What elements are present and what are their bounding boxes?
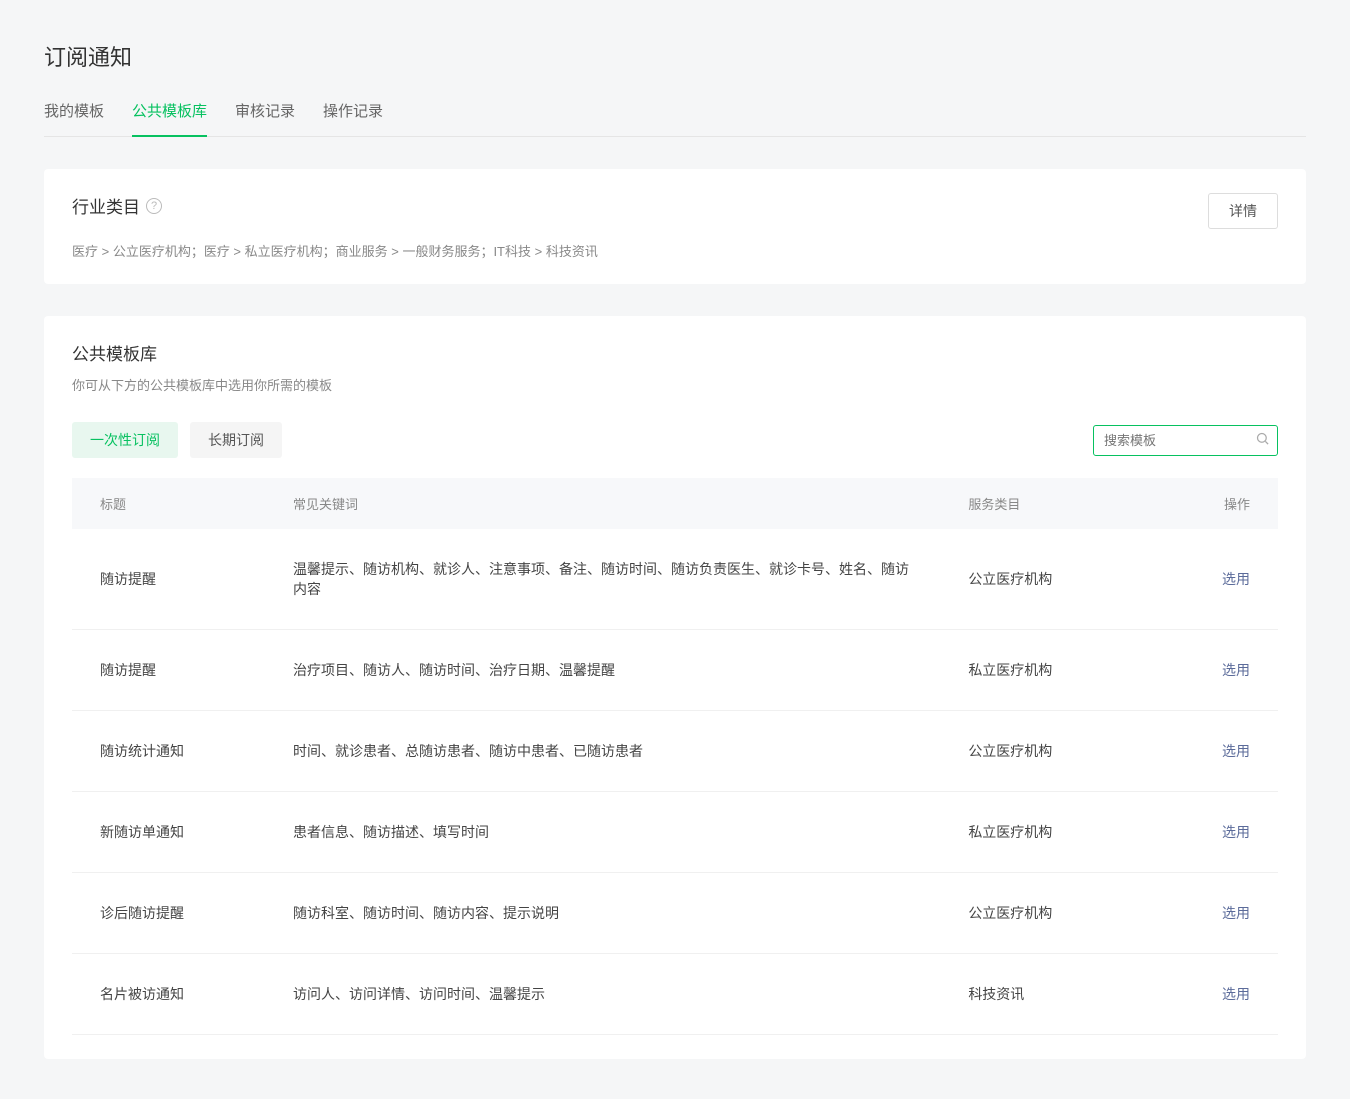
industry-section-title: 行业类目 ?	[72, 193, 162, 218]
table-row: 诊后随访提醒随访科室、随访时间、随访内容、提示说明公立医疗机构 选用	[72, 873, 1278, 954]
row-keywords: 时间、就诊患者、总随访患者、随访中患者、已随访患者	[265, 711, 940, 792]
table-row: 随访提醒治疗项目、随访人、随访时间、治疗日期、温馨提醒私立医疗机构 选用	[72, 630, 1278, 711]
industry-card: 行业类目 ? 详情 医疗 > 公立医疗机构；医疗 > 私立医疗机构；商业服务 >…	[44, 169, 1306, 284]
tabs-bar: 我的模板 公共模板库 审核记录 操作记录	[44, 100, 1306, 137]
row-title: 名片被访通知	[72, 954, 265, 1035]
table-row: 随访提醒温馨提示、随访机构、就诊人、注意事项、备注、随访时间、随访负责医生、就诊…	[72, 529, 1278, 630]
select-action-link[interactable]: 选用	[1222, 905, 1250, 921]
select-action-link[interactable]: 选用	[1222, 662, 1250, 678]
page-title: 订阅通知	[44, 40, 1306, 72]
row-title: 随访提醒	[72, 529, 265, 630]
column-header-category: 服务类目	[940, 478, 1133, 529]
table-row: 新随访单通知患者信息、随访描述、填写时间私立医疗机构 选用	[72, 792, 1278, 873]
column-header-title: 标题	[72, 478, 265, 529]
row-keywords: 治疗项目、随访人、随访时间、治疗日期、温馨提醒	[265, 630, 940, 711]
library-title: 公共模板库	[72, 340, 1278, 365]
row-title: 随访提醒	[72, 630, 265, 711]
detail-button[interactable]: 详情	[1208, 193, 1278, 229]
row-keywords: 患者信息、随访描述、填写时间	[265, 792, 940, 873]
row-category: 私立医疗机构	[940, 792, 1133, 873]
filter-onetime-button[interactable]: 一次性订阅	[72, 422, 178, 458]
row-keywords: 访问人、访问详情、访问时间、温馨提示	[265, 954, 940, 1035]
industry-title-text: 行业类目	[72, 193, 140, 218]
row-title: 诊后随访提醒	[72, 873, 265, 954]
row-category: 公立医疗机构	[940, 711, 1133, 792]
row-category: 公立医疗机构	[940, 529, 1133, 630]
filter-longterm-button[interactable]: 长期订阅	[190, 422, 282, 458]
row-title: 新随访单通知	[72, 792, 265, 873]
search-box	[1093, 425, 1278, 456]
row-keywords: 温馨提示、随访机构、就诊人、注意事项、备注、随访时间、随访负责医生、就诊卡号、姓…	[265, 529, 940, 630]
select-action-link[interactable]: 选用	[1222, 743, 1250, 759]
column-header-keywords: 常见关键词	[265, 478, 940, 529]
row-category: 公立医疗机构	[940, 873, 1133, 954]
tab-operation-records[interactable]: 操作记录	[323, 100, 383, 137]
select-action-link[interactable]: 选用	[1222, 986, 1250, 1002]
row-category: 科技资讯	[940, 954, 1133, 1035]
search-input[interactable]	[1093, 425, 1278, 456]
select-action-link[interactable]: 选用	[1222, 571, 1250, 587]
table-row: 名片被访通知访问人、访问详情、访问时间、温馨提示科技资讯 选用	[72, 954, 1278, 1035]
template-table: 标题 常见关键词 服务类目 操作 随访提醒温馨提示、随访机构、就诊人、注意事项、…	[72, 478, 1278, 1035]
library-subtitle: 你可从下方的公共模板库中选用你所需的模板	[72, 375, 1278, 394]
row-keywords: 随访科室、随访时间、随访内容、提示说明	[265, 873, 940, 954]
tab-audit-records[interactable]: 审核记录	[235, 100, 295, 137]
select-action-link[interactable]: 选用	[1222, 824, 1250, 840]
table-row: 随访统计通知时间、就诊患者、总随访患者、随访中患者、已随访患者公立医疗机构 选用	[72, 711, 1278, 792]
search-icon[interactable]	[1255, 431, 1270, 449]
tab-my-templates[interactable]: 我的模板	[44, 100, 104, 137]
help-icon[interactable]: ?	[146, 198, 162, 214]
library-card: 公共模板库 你可从下方的公共模板库中选用你所需的模板 一次性订阅 长期订阅 标题…	[44, 316, 1306, 1059]
column-header-action: 操作	[1133, 478, 1278, 529]
row-title: 随访统计通知	[72, 711, 265, 792]
industry-breadcrumb: 医疗 > 公立医疗机构；医疗 > 私立医疗机构；商业服务 > 一般财务服务；IT…	[72, 241, 1278, 260]
row-category: 私立医疗机构	[940, 630, 1133, 711]
tab-public-library[interactable]: 公共模板库	[132, 100, 207, 137]
